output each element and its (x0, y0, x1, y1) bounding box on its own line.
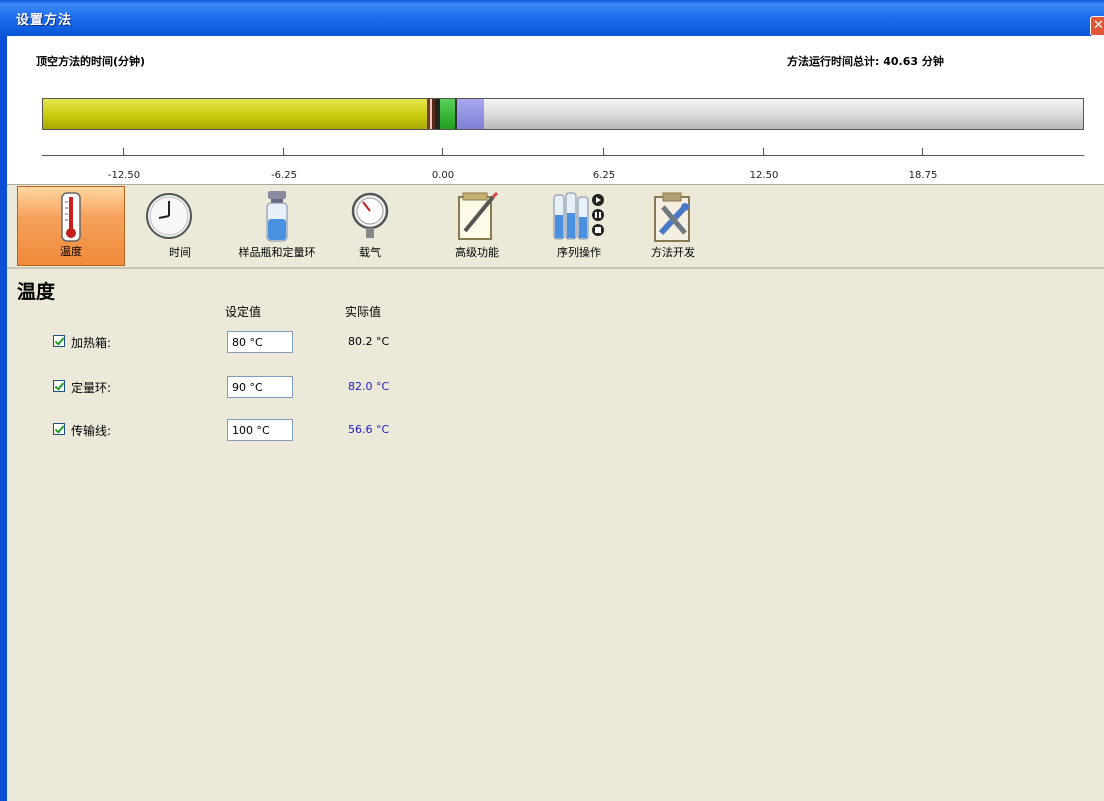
tool-vial[interactable]: 样品瓶和定量环 (223, 186, 331, 266)
setup-method-window: 设置方法 ✕ 顶空方法的时间(分钟) 方法运行时间总计: 40.63 分钟 -1… (0, 0, 1104, 801)
tool-temperature[interactable]: 温度 (17, 186, 125, 266)
loop-setpoint-input[interactable] (227, 376, 293, 398)
tick-mark (283, 148, 284, 156)
tick-label: 18.75 (908, 170, 938, 181)
timeline-panel: 顶空方法的时间(分钟) 方法运行时间总计: 40.63 分钟 -12.50 -6… (7, 36, 1104, 185)
loop-checkbox[interactable] (53, 380, 65, 392)
oven-actual-value: 80.2 °C (348, 335, 390, 348)
transfer-line-actual-value: 56.6 °C (348, 423, 390, 436)
tool-label: 时间 (169, 246, 191, 259)
tool-time[interactable]: 时间 (127, 186, 227, 266)
transfer-line-label: 传输线: (71, 424, 112, 438)
close-icon: ✕ (1093, 18, 1104, 33)
timeline-bar (42, 98, 1084, 130)
tick-label: 0.00 (431, 170, 455, 181)
close-button[interactable]: ✕ (1090, 16, 1104, 36)
temperature-panel: 温度 设定值 实际值 加热箱: 80.2 °C 定量环: 82.0 °C 传输线… (7, 269, 1104, 801)
section-title: 温度 (17, 281, 56, 303)
tool-label: 高级功能 (455, 246, 499, 259)
timeline-segment-green (440, 99, 455, 129)
tool-label: 温度 (60, 245, 82, 258)
row-transfer-line: 传输线: 56.6 °C (53, 419, 453, 441)
tool-sequence[interactable]: 序列操作 (537, 186, 621, 266)
timeline-segment-heating (43, 99, 427, 129)
tick-mark (442, 148, 443, 156)
tick-label: -12.50 (107, 170, 141, 181)
tool-method-dev[interactable]: 方法开发 (633, 186, 713, 266)
row-loop: 定量环: 82.0 °C (53, 376, 453, 398)
tick-mark (922, 148, 923, 156)
clock-icon (146, 193, 192, 239)
thermometer-icon (61, 192, 81, 242)
tick-mark (123, 148, 124, 156)
timeline-label: 顶空方法的时间(分钟) (36, 55, 146, 68)
row-oven: 加热箱: 80.2 °C (53, 331, 453, 353)
tool-label: 样品瓶和定量环 (238, 246, 316, 259)
transfer-line-setpoint-input[interactable] (227, 419, 293, 441)
timeline-axis (42, 155, 1084, 156)
vial-icon (266, 191, 288, 242)
tick-mark (763, 148, 764, 156)
gauge-icon (351, 192, 389, 238)
timeline-total: 方法运行时间总计: 40.63 分钟 (787, 55, 944, 68)
notepad-icon (458, 191, 499, 240)
loop-label: 定量环: (71, 381, 112, 395)
window-title: 设置方法 (16, 13, 73, 28)
tick-mark (603, 148, 604, 156)
tick-label: -6.25 (271, 170, 297, 181)
title-bar[interactable]: 设置方法 ✕ (0, 0, 1104, 36)
tool-label: 载气 (359, 246, 381, 259)
timeline-segment-violet (457, 99, 484, 129)
tick-label: 6.25 (592, 170, 616, 181)
tool-advanced[interactable]: 高级功能 (427, 186, 527, 266)
actual-column-header: 实际值 (345, 305, 382, 319)
tool-label: 序列操作 (557, 246, 601, 259)
oven-setpoint-input[interactable] (227, 331, 293, 353)
loop-actual-value: 82.0 °C (348, 380, 390, 393)
tool-label: 方法开发 (651, 246, 695, 259)
oven-label: 加热箱: (71, 336, 112, 350)
category-toolbar: 温度 时间 样品瓶和定量环 载气 高级功能 序列操作 方法开发 (7, 185, 1104, 269)
sequence-icon (553, 192, 604, 240)
oven-checkbox[interactable] (53, 335, 65, 347)
setpoint-column-header: 设定值 (225, 305, 262, 319)
tools-clipboard-icon (654, 192, 690, 242)
tool-carrier-gas[interactable]: 载气 (337, 186, 403, 266)
transfer-line-checkbox[interactable] (53, 423, 65, 435)
tick-label: 12.50 (749, 170, 779, 181)
